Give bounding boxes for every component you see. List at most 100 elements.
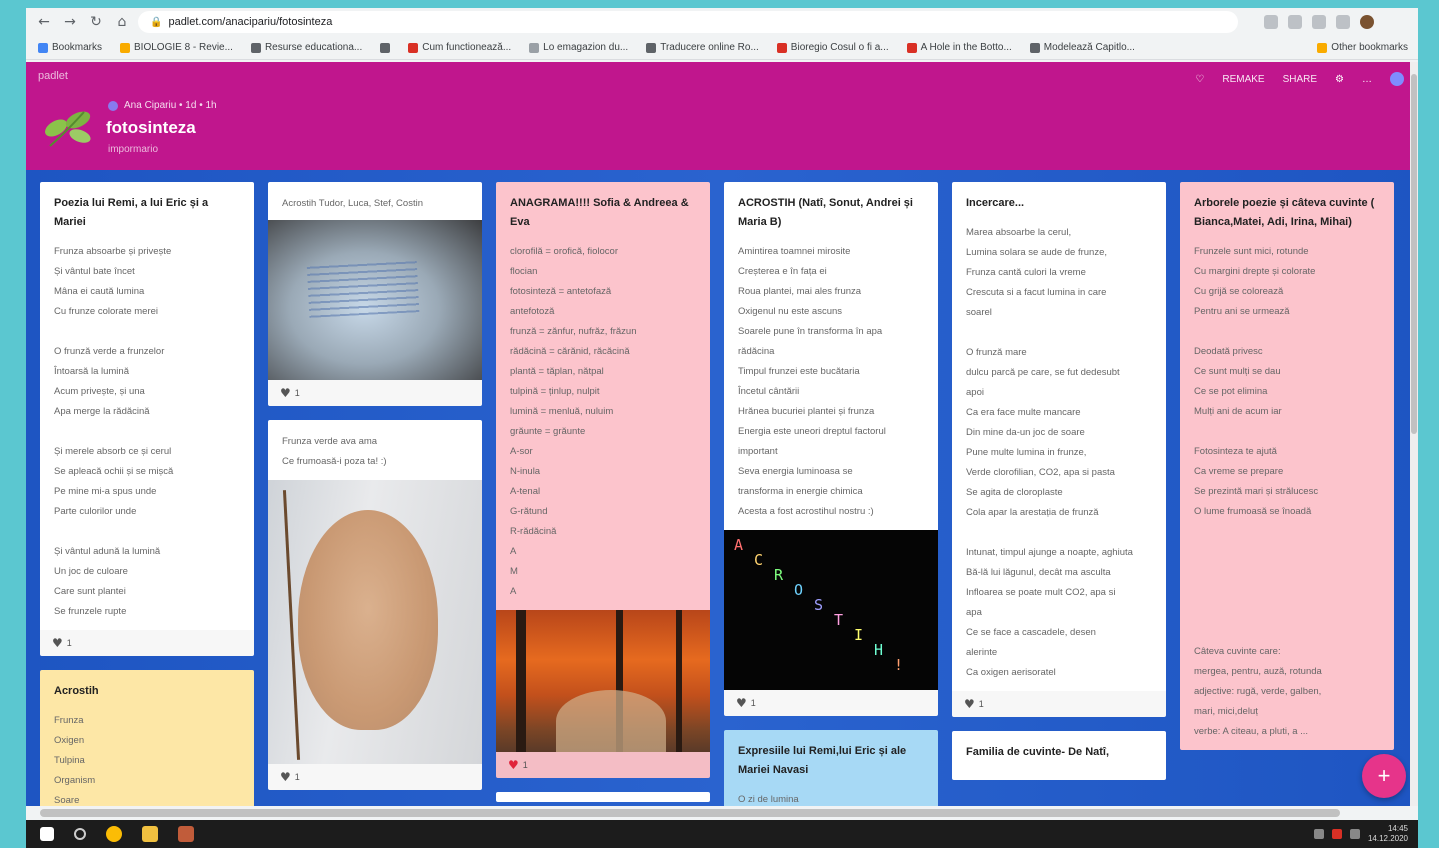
app-icon[interactable] [178,826,194,842]
post-text-line: Soare [54,795,80,806]
post-text-line: Se agita de cloroplaste [966,487,1063,498]
post-text-line: Se prezintă mari și strălucesc [1194,486,1319,497]
post-text-line: M [510,566,518,577]
post-image[interactable] [268,220,482,380]
post-text-line: important [738,446,778,457]
post-image[interactable]: A C R O S T I H! [724,530,938,690]
remake-button[interactable]: REMAKE [1222,74,1264,85]
padlet-header: padlet Ana Cipariu • 1d • 1h fotosinteza… [26,62,1418,170]
chrome-icon[interactable] [106,826,122,842]
bookmark-item[interactable]: Bioregio Cosul o fi a... [776,42,889,53]
bookmark-favicon-icon [529,42,540,53]
bookmark-item[interactable]: Cum functionează... [408,42,511,53]
post-image[interactable] [496,610,710,752]
share-button[interactable]: SHARE [1283,74,1317,85]
bookmark-item[interactable]: Resurse educationa... [250,42,362,53]
lock-icon: 🔒 [150,16,163,28]
back-icon[interactable]: ← [34,12,54,32]
volume-icon[interactable] [1349,829,1360,839]
post-text-line: G-rătund [510,506,548,517]
post-text-line: Verde clorofilian, CO2, apa si pasta [966,467,1115,478]
post-card[interactable] [496,792,710,802]
post-text-line: fotosinteză = antetofază [510,286,612,297]
author-meta: Ana Cipariu • 1d • 1h [108,100,217,111]
post-blank-line [54,522,242,542]
padlet-brand[interactable]: padlet [38,70,68,82]
profile-avatar[interactable] [1360,15,1374,29]
post-text-line: Și vântul adună la lumină [54,546,161,557]
bookmark-favicon-icon [408,42,419,53]
url-field[interactable]: 🔒 padlet.com/anacipariu/fotosinteza [138,11,1238,33]
post-card[interactable]: Expresiile lui Remi,lui Eric și ale Mari… [724,730,938,806]
search-icon[interactable] [74,828,86,840]
post-text-line: Ce sunt mulți se dau [1194,366,1281,377]
post-card[interactable]: Acrostih Tudor, Luca, Stef, Costin ♥ 1 [268,182,482,406]
heart-icon[interactable]: ♥ [964,697,975,711]
image-letter: T [834,611,844,629]
post-card[interactable]: Familia de cuvinte- De Natî, [952,731,1166,780]
post-card[interactable]: Incercare... Marea absoarbe la cerul, Lumi… [952,182,1166,717]
post-blank-line [1194,322,1382,342]
post-card[interactable]: Poezia lui Remi, a lui Eric și a Mariei F… [40,182,254,656]
network-icon[interactable] [1313,829,1324,839]
post-text-line: Frunza verde ava ama [282,436,378,447]
user-avatar[interactable] [1390,72,1404,86]
post-likes: ♥ 1 [40,630,254,656]
post-title: Familia de cuvinte- De Natî, [966,746,1110,758]
post-image[interactable] [268,480,482,764]
post-likes: ♥ 1 [268,380,482,406]
star-icon[interactable] [1288,15,1302,29]
forward-icon[interactable]: → [60,12,80,32]
windows-start-icon[interactable] [40,827,54,841]
vertical-scrollbar[interactable] [1410,62,1418,806]
other-bookmarks[interactable]: Other bookmarks [1317,42,1408,53]
antivirus-icon[interactable] [1331,829,1342,839]
post-text-line: apoi [966,387,984,398]
post-card[interactable]: ANAGRAMA!!!! Sofia & Andreea & Eva clorof… [496,182,710,778]
home-icon[interactable]: ⌂ [112,12,132,32]
add-post-button[interactable]: + [1362,754,1406,798]
heart-icon[interactable]: ♥ [280,770,291,784]
bookmark-item[interactable]: Lo emagazion du... [529,42,628,53]
post-card[interactable]: Frunza verde ava ama Ce frumoasă-i poza t… [268,420,482,790]
clock[interactable]: 14:45 14.12.2020 [1368,824,1408,844]
heart-icon[interactable]: ♥ [52,636,63,650]
post-text-line: Pentru ani se urmează [1194,306,1290,317]
post-text-line: N-inula [510,466,541,477]
file-explorer-icon[interactable] [142,826,158,842]
bookmark-item[interactable]: Modelează Capitlo... [1029,42,1135,53]
bookmark-item[interactable]: Bookmarks [38,42,102,53]
post-text-line: Cu frunze colorate merei [54,306,159,317]
image-letter: ! [894,656,904,674]
heart-icon[interactable]: ♡ [1195,74,1204,85]
post-card[interactable]: Arborele poezie și câteva cuvinte ( Bian… [1180,182,1394,750]
post-text-line: Ce se face a cascadele, desen [966,627,1096,638]
post-text-line: Roua plantei, mai ales frunza [738,286,862,297]
extension-icon[interactable] [1312,15,1326,29]
gear-icon[interactable]: ⚙ [1335,74,1344,85]
bookmark-item[interactable]: A Hole in the Botto... [906,42,1012,53]
board-column: ACROSTIH (Natî, Sonut, Andrei și Maria B… [724,182,938,806]
post-text-line: flocian [510,266,538,277]
bookmark-item[interactable]: Traducere online Ro... [646,42,759,53]
post-title: Incercare... [966,197,1025,209]
reload-icon[interactable]: ↻ [86,12,106,32]
horizontal-scrollbar[interactable] [26,806,1418,820]
extension-icon[interactable] [1264,15,1278,29]
bookmark-favicon-icon [120,42,131,53]
bookmark-item[interactable]: BIOLOGIE 8 - Revie... [120,42,233,53]
post-text-line: Amintirea toamnei mirosite [738,246,851,257]
more-icon[interactable]: … [1362,74,1372,85]
heart-icon[interactable]: ♥ [736,696,747,710]
bookmark-favicon-icon [380,42,391,53]
post-card[interactable]: Acrostih Frunza Oxigen Tulpina Organism Soare [40,670,254,806]
post-text-line: Acesta a fost acrostihul nostru :) [738,506,874,517]
heart-icon[interactable]: ♥ [508,758,519,772]
bookmark-item[interactable] [380,42,391,53]
browser-window: ← → ↻ ⌂ 🔒 padlet.com/anacipariu/fotosint… [26,8,1418,820]
heart-icon[interactable]: ♥ [280,386,291,400]
bookmark-favicon-icon [646,42,657,53]
puzzle-icon[interactable] [1336,15,1350,29]
post-card[interactable]: ACROSTIH (Natî, Sonut, Andrei și Maria B… [724,182,938,716]
post-text-line: Ca vreme se prepare [1194,466,1284,477]
